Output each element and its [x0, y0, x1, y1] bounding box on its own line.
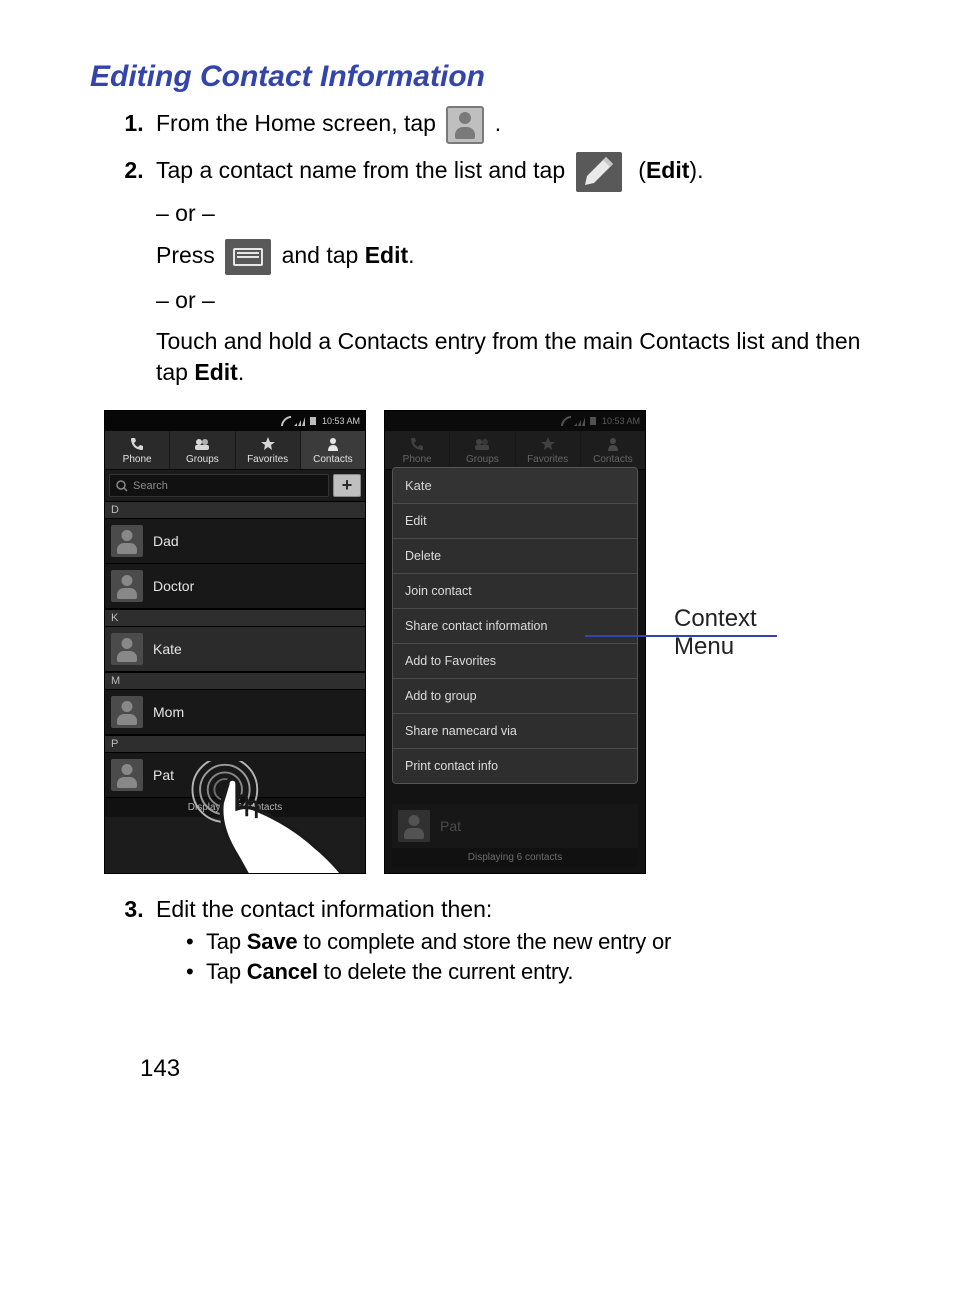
- contact-name: Pat: [153, 767, 174, 783]
- menu-key-icon: [225, 239, 271, 275]
- search-placeholder: Search: [133, 480, 168, 492]
- tab-bar: Phone Groups Favorites Contacts: [105, 431, 365, 470]
- step2-alt1: Press and tap Edit.: [156, 239, 864, 275]
- avatar-icon: [111, 696, 143, 728]
- context-menu-item-group[interactable]: Add to group: [393, 679, 637, 714]
- step1-text-a: From the Home screen, tap: [156, 110, 442, 136]
- context-menu-title: Kate: [393, 468, 637, 504]
- contact-name: Doctor: [153, 578, 194, 594]
- context-menu-item-delete[interactable]: Delete: [393, 539, 637, 574]
- contact-name: Pat: [440, 818, 461, 834]
- contact-name: Kate: [153, 641, 182, 657]
- context-menu-item-share-info[interactable]: Share contact information: [393, 609, 637, 644]
- bullet-cancel-b: to delete the current entry.: [318, 959, 574, 984]
- step2-alt1-c: .: [408, 242, 414, 268]
- contact-row-dimmed: Pat: [392, 804, 638, 848]
- step2-edit-label: ((Edit)Edit): [632, 157, 697, 183]
- contact-row[interactable]: Kate: [105, 627, 365, 672]
- index-letter: M: [105, 672, 365, 690]
- callout-leader-line: [585, 635, 777, 637]
- index-letter: P: [105, 735, 365, 753]
- context-menu-item-favorites[interactable]: Add to Favorites: [393, 644, 637, 679]
- bullet-save-b: to complete and store the new entry or: [297, 929, 671, 954]
- index-letter: D: [105, 501, 365, 519]
- contacts-count: Displaying 6 contacts: [105, 798, 365, 817]
- step3-text: Edit the contact information then:: [156, 896, 492, 922]
- tab-favorites[interactable]: Favorites: [236, 431, 301, 469]
- avatar-icon: [111, 633, 143, 665]
- edit-pencil-icon: [576, 152, 622, 192]
- tab-phone-label: Phone: [123, 454, 152, 465]
- section-heading: Editing Contact Information: [90, 60, 864, 94]
- avatar-icon: [111, 570, 143, 602]
- step2-alt2: Touch and hold a Contacts entry from the…: [156, 326, 864, 388]
- avatar-icon: [111, 759, 143, 791]
- step2-text-b: .: [697, 157, 703, 183]
- status-time: 10:53 AM: [322, 416, 360, 426]
- context-menu-item-join[interactable]: Join contact: [393, 574, 637, 609]
- step2-alt1-b: and tap: [282, 242, 365, 268]
- bullet-save: Tap Save to complete and store the new e…: [186, 929, 864, 955]
- bullet-cancel-bold: Cancel: [247, 959, 318, 984]
- index-letter: K: [105, 609, 365, 627]
- step-2: Tap a contact name from the list and tap…: [150, 152, 864, 388]
- step2-or-1: – or –: [156, 198, 864, 229]
- status-bar: 10:53 AM: [105, 411, 365, 431]
- step2-alt2-edit: Edit: [194, 359, 237, 385]
- tab-contacts-label: Contacts: [313, 454, 352, 465]
- step2-alt1-a: Press: [156, 242, 221, 268]
- contacts-count: Displaying 6 contacts: [392, 848, 638, 867]
- bullet-save-bold: Save: [247, 929, 298, 954]
- context-menu: Kate Edit Delete Join contact Share cont…: [392, 467, 638, 784]
- context-menu-item-namecard[interactable]: Share namecard via: [393, 714, 637, 749]
- contact-row[interactable]: Pat: [105, 753, 365, 798]
- search-input[interactable]: Search: [109, 474, 329, 497]
- step2-or-2: – or –: [156, 285, 864, 316]
- contact-row[interactable]: Doctor: [105, 564, 365, 609]
- avatar-icon: [398, 810, 430, 842]
- context-menu-item-print[interactable]: Print contact info: [393, 749, 637, 783]
- tab-groups-label: Groups: [186, 454, 219, 465]
- bullet-cancel-a: Tap: [206, 959, 247, 984]
- tab-favorites-label: Favorites: [247, 454, 288, 465]
- bullet-cancel: Tap Cancel to delete the current entry.: [186, 959, 864, 985]
- screenshot-context-menu: 10:53 AM Phone Groups Favorites Contacts…: [384, 410, 646, 874]
- bullet-save-a: Tap: [206, 929, 247, 954]
- contact-name: Dad: [153, 533, 179, 549]
- contact-row[interactable]: Mom: [105, 690, 365, 735]
- tab-groups[interactable]: Groups: [170, 431, 235, 469]
- step-1: From the Home screen, tap .: [150, 106, 864, 144]
- status-icons: [281, 416, 317, 426]
- step2-alt1-edit: Edit: [365, 242, 408, 268]
- search-icon: [116, 480, 128, 492]
- contact-row[interactable]: Dad: [105, 519, 365, 564]
- step2-alt2-b: .: [238, 359, 244, 385]
- contacts-icon: [446, 106, 484, 144]
- page-number: 143: [90, 1055, 864, 1083]
- callout-context-menu: Context Menu: [674, 605, 757, 661]
- tab-contacts[interactable]: Contacts: [301, 431, 365, 469]
- context-menu-item-edit[interactable]: Edit: [393, 504, 637, 539]
- step2-text-a: Tap a contact name from the list and tap: [156, 157, 572, 183]
- step1-text-b: .: [495, 110, 501, 136]
- contact-name: Mom: [153, 704, 184, 720]
- add-contact-button[interactable]: +: [333, 474, 361, 497]
- tab-phone[interactable]: Phone: [105, 431, 170, 469]
- avatar-icon: [111, 525, 143, 557]
- step-3: Edit the contact information then: Tap S…: [150, 896, 864, 985]
- step2-alt2-a: Touch and hold a Contacts entry from the…: [156, 328, 860, 385]
- screenshot-contacts-list: 10:53 AM Phone Groups Favorites Contacts…: [104, 410, 366, 874]
